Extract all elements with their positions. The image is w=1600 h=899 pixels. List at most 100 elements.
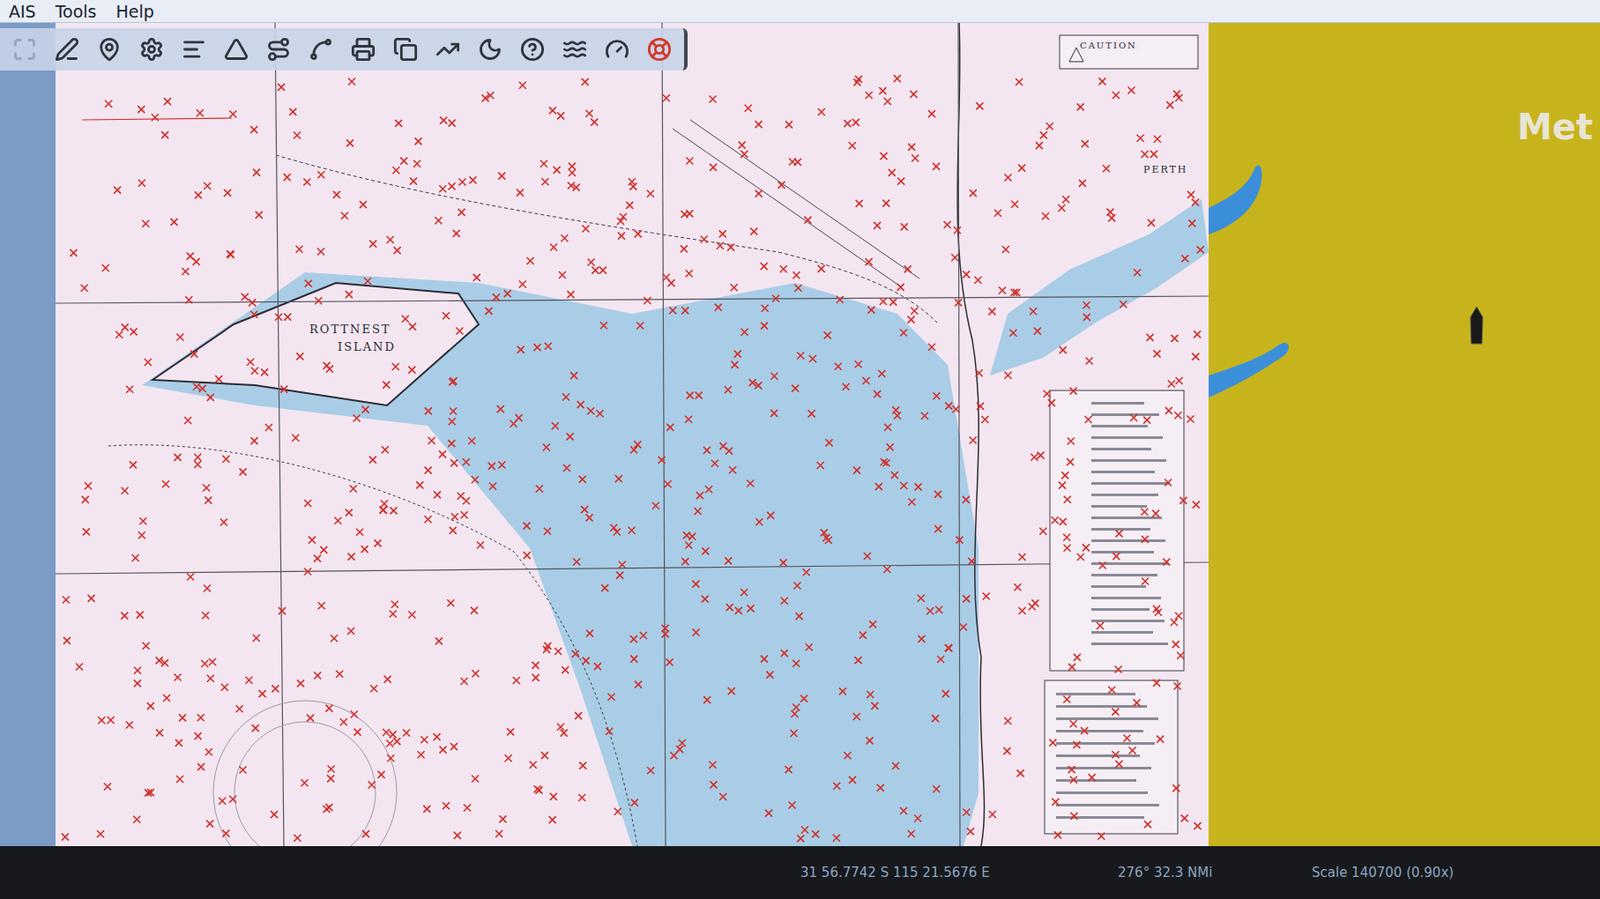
mark-icon	[809, 355, 817, 363]
mark-icon	[348, 77, 356, 85]
mark-icon	[761, 305, 769, 313]
mark-icon	[955, 536, 963, 544]
mark-icon	[900, 807, 908, 815]
mark-icon	[523, 551, 531, 559]
track-button[interactable]	[305, 33, 337, 66]
mark-icon	[969, 437, 977, 445]
mark-icon	[879, 297, 887, 306]
mark-icon	[293, 834, 301, 842]
mark-icon	[193, 383, 201, 391]
mark-icon	[327, 766, 335, 774]
pencil-button[interactable]	[51, 33, 83, 66]
menu-item[interactable]: Tools	[55, 1, 97, 22]
mark-icon	[1015, 78, 1023, 86]
mark-icon	[931, 714, 939, 722]
mark-icon	[811, 830, 819, 838]
menu-item[interactable]: AIS	[8, 1, 37, 22]
mark-icon	[568, 163, 576, 171]
mark-icon	[382, 381, 390, 389]
mark-icon	[488, 462, 496, 470]
ship-icon[interactable]	[1469, 306, 1484, 346]
mark-icon	[608, 693, 616, 701]
list-button[interactable]	[178, 33, 210, 66]
mark-icon	[781, 597, 789, 605]
mark-icon	[578, 794, 586, 802]
mark-icon	[746, 604, 754, 612]
chart-label: PERTH	[1141, 163, 1190, 176]
mark-icon	[523, 522, 531, 530]
mark-icon	[199, 385, 207, 393]
menu-item[interactable]: Help	[115, 1, 154, 22]
mark-icon	[1011, 200, 1019, 209]
mark-icon	[701, 547, 709, 555]
mark-icon	[892, 762, 900, 770]
mark-icon	[137, 105, 145, 113]
copy-button[interactable]	[389, 33, 422, 66]
chart-label: ISLAND	[335, 340, 398, 354]
help-icon	[520, 37, 545, 62]
mark-icon	[1108, 686, 1116, 694]
mark-icon	[594, 662, 602, 670]
mark-icon	[325, 705, 333, 713]
mark-icon	[226, 250, 234, 258]
mark-icon	[461, 677, 469, 685]
nautical-chart-icon[interactable]	[55, 22, 1209, 847]
mark-icon	[420, 736, 428, 744]
mark-icon	[719, 442, 727, 450]
route-button[interactable]	[262, 33, 295, 66]
mark-icon	[839, 687, 847, 695]
tide-button[interactable]	[558, 33, 591, 66]
mark-icon	[859, 632, 867, 640]
mark-icon	[618, 561, 626, 569]
mark-icon	[800, 695, 808, 703]
lifebuoy-button[interactable]	[643, 33, 676, 66]
printer-button[interactable]	[347, 33, 380, 66]
gear-button[interactable]	[135, 33, 168, 66]
tide-icon	[562, 37, 588, 62]
mark-icon	[413, 160, 421, 168]
chart-pane[interactable]: ROTTNESTISLANDPERTHCAUTION	[55, 22, 1209, 847]
mark-icon	[709, 163, 717, 172]
help-button[interactable]	[516, 33, 549, 66]
mark-icon	[453, 230, 461, 238]
mark-icon	[562, 393, 570, 401]
mark-icon	[104, 783, 112, 791]
mark-icon	[1051, 798, 1059, 806]
fullscreen-button[interactable]	[8, 33, 41, 66]
mark-icon	[535, 485, 544, 493]
mark-icon	[760, 322, 768, 330]
mark-icon	[381, 446, 389, 454]
mark-icon	[740, 588, 748, 596]
mark-icon	[730, 361, 738, 369]
gear-icon	[139, 37, 164, 62]
mark-icon	[725, 447, 733, 455]
mark-icon	[1115, 760, 1123, 768]
mark-icon	[891, 471, 899, 479]
mark-icon	[685, 157, 693, 165]
mark-icon	[932, 392, 940, 400]
mark-icon	[374, 539, 382, 547]
pin-icon	[96, 37, 122, 62]
mark-icon	[306, 714, 314, 722]
dashboard-button[interactable]	[601, 33, 633, 66]
route-triangle-button[interactable]	[220, 33, 253, 66]
mark-icon	[550, 244, 558, 252]
mark-icon	[1018, 164, 1026, 172]
mark-icon	[178, 714, 187, 722]
mark-icon	[1170, 618, 1178, 626]
mark-icon	[1162, 558, 1170, 566]
mark-icon	[223, 189, 231, 197]
mark-icon	[1013, 583, 1021, 591]
moon-button[interactable]	[474, 33, 507, 66]
mark-icon	[615, 475, 623, 483]
mark-icon	[951, 253, 959, 261]
pin-button[interactable]	[93, 33, 126, 66]
graph-button[interactable]	[431, 33, 464, 66]
mark-icon	[705, 485, 713, 493]
mark-icon	[335, 670, 343, 678]
mark-icon	[492, 293, 500, 301]
mark-icon	[482, 94, 490, 102]
mark-icon	[1070, 720, 1078, 728]
inlet-icon	[1208, 155, 1315, 438]
mark-icon	[296, 245, 304, 254]
